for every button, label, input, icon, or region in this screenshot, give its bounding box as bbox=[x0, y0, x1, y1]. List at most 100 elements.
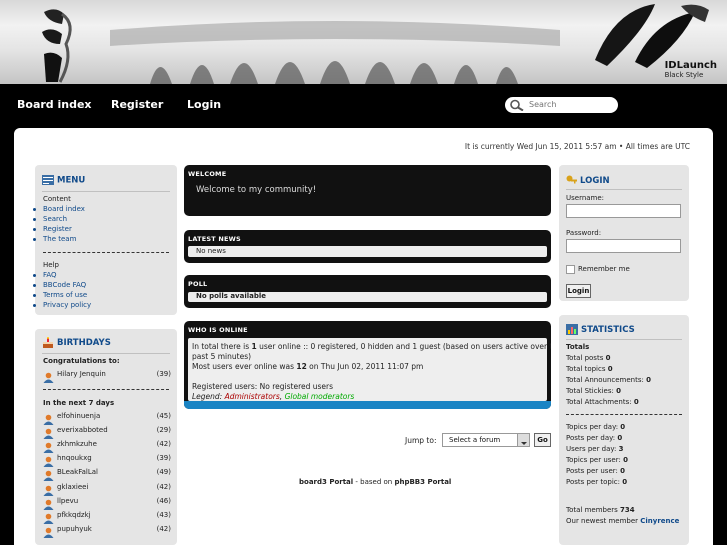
chevron-down-icon bbox=[517, 434, 529, 446]
nav-board-index[interactable]: Board index bbox=[17, 98, 92, 111]
remember-me-checkbox[interactable] bbox=[566, 265, 575, 274]
nav-login[interactable]: Login bbox=[187, 98, 221, 111]
login-panel: LOGIN Username: Password: Remember me Lo… bbox=[559, 165, 689, 301]
menu-link-terms[interactable]: Terms of use bbox=[43, 291, 87, 299]
jump-to-label: Jump to: bbox=[405, 436, 437, 445]
content-area: It is currently Wed Jun 15, 2011 5:57 am… bbox=[14, 128, 713, 545]
welcome-box: WELCOME Welcome to my community! bbox=[184, 165, 551, 216]
online-line-3: Most users ever online was 12 on Thu Jun… bbox=[192, 362, 424, 371]
stat-row: Posts per user: 0 bbox=[566, 467, 625, 475]
birthday-user[interactable]: hnqoukxg bbox=[57, 454, 92, 462]
key-icon bbox=[566, 175, 577, 184]
footer-credit: board3 Portal - based on phpBB3 Portal bbox=[299, 478, 452, 486]
online-line-1: In total there is 1 user online :: 0 reg… bbox=[192, 342, 551, 351]
total-members: Total members 734 bbox=[566, 506, 635, 514]
online-legend: Legend: Administrators, Global moderator… bbox=[192, 392, 355, 401]
login-title-text: LOGIN bbox=[580, 176, 610, 186]
brand-subtitle: Black Style bbox=[664, 71, 704, 79]
birthday-user[interactable]: gklaxieei bbox=[57, 483, 88, 491]
footer-board3-link[interactable]: board3 Portal bbox=[299, 478, 353, 486]
user-avatar-icon bbox=[43, 410, 54, 425]
stat-row: Total Announcements: 0 bbox=[566, 376, 651, 384]
statistics-totals: Totals bbox=[566, 343, 590, 351]
forum-select[interactable]: Select a forum bbox=[442, 433, 530, 447]
menu-link-privacy[interactable]: Privacy policy bbox=[43, 301, 91, 309]
online-registered: Registered users: No registered users bbox=[192, 382, 334, 391]
menu-link-faq[interactable]: FAQ bbox=[43, 271, 57, 279]
menu-link-search[interactable]: Search bbox=[43, 215, 67, 223]
birthday-user[interactable]: zkhmkzuhe bbox=[57, 440, 97, 448]
online-line-2: past 5 minutes) bbox=[192, 352, 252, 361]
stat-row: Total Attachments: 0 bbox=[566, 398, 639, 406]
login-button[interactable]: Login bbox=[566, 284, 591, 298]
legend-mods[interactable]: Global moderators bbox=[285, 392, 355, 401]
menu-title: MENU bbox=[42, 175, 85, 186]
stat-row: Users per day: 3 bbox=[566, 445, 624, 453]
stat-row: Topics per day: 0 bbox=[566, 423, 626, 431]
stat-row: Posts per day: 0 bbox=[566, 434, 623, 442]
nav-register[interactable]: Register bbox=[111, 98, 163, 111]
user-avatar-icon bbox=[43, 368, 54, 383]
birthdays-title-text: BIRTHDAYS bbox=[57, 338, 111, 348]
birthday-age: (39) bbox=[156, 454, 171, 463]
statistics-title: STATISTICS bbox=[566, 324, 635, 335]
newest-member-link[interactable]: Cinyrence bbox=[640, 517, 679, 525]
password-input[interactable] bbox=[566, 239, 681, 253]
user-avatar-icon bbox=[43, 452, 54, 468]
username-input[interactable] bbox=[566, 204, 681, 218]
header-teeth-graphic bbox=[110, 21, 560, 84]
footer-phpbb3-link[interactable]: phpBB3 Portal bbox=[394, 478, 451, 486]
latest-news-box: LATEST NEWS No news bbox=[184, 230, 551, 263]
legend-admins[interactable]: Administrators bbox=[225, 392, 280, 401]
remember-me-label: Remember me bbox=[578, 265, 630, 273]
birthday-age: (43) bbox=[156, 510, 171, 519]
birthday-user[interactable]: llpevu bbox=[57, 497, 78, 505]
birthdays-panel: BIRTHDAYS Congratulations to: Hilary Jen… bbox=[35, 329, 177, 545]
login-title: LOGIN bbox=[566, 175, 610, 186]
birthday-user[interactable]: pupuhyuk bbox=[57, 525, 92, 533]
user-avatar-icon bbox=[43, 481, 54, 496]
birthday-age: (42) bbox=[156, 482, 171, 491]
welcome-title: WELCOME bbox=[188, 170, 227, 178]
birthday-age: (39) bbox=[156, 370, 171, 378]
birthday-age: (49) bbox=[156, 468, 171, 477]
birthday-age: (45) bbox=[156, 412, 171, 420]
user-avatar-icon bbox=[43, 424, 54, 440]
search-icon[interactable] bbox=[509, 99, 525, 111]
poll-box: POLL No polls available bbox=[184, 275, 551, 308]
stat-row: Total posts 0 bbox=[566, 354, 611, 362]
birthday-user[interactable]: pfkkqdzkj bbox=[57, 511, 91, 519]
menu-link-bbcode-faq[interactable]: BBCode FAQ bbox=[43, 281, 86, 289]
who-is-online-title: WHO IS ONLINE bbox=[188, 326, 248, 334]
stat-row: Total Stickies: 0 bbox=[566, 387, 621, 395]
birthday-user[interactable]: BLeakFalLal bbox=[57, 468, 98, 476]
birthday-age: (46) bbox=[156, 496, 171, 505]
menu-link-team[interactable]: The team bbox=[43, 235, 76, 243]
current-time: It is currently Wed Jun 15, 2011 5:57 am… bbox=[464, 142, 690, 151]
birthday-user[interactable]: elfohinuenja bbox=[57, 412, 100, 420]
go-button[interactable]: Go bbox=[534, 433, 551, 447]
menu-link-register[interactable]: Register bbox=[43, 225, 72, 233]
statistics-icon bbox=[566, 324, 578, 335]
birthday-user[interactable]: Hilary Jenquin bbox=[57, 370, 106, 378]
welcome-text: Welcome to my community! bbox=[196, 185, 317, 195]
brand-title: IDLaunch bbox=[664, 60, 717, 71]
who-is-online-box: WHO IS ONLINE In total there is 1 user o… bbox=[184, 321, 551, 409]
username-label: Username: bbox=[566, 194, 605, 202]
user-avatar-icon bbox=[43, 466, 54, 482]
forum-select-value: Select a forum bbox=[449, 436, 501, 444]
search-input[interactable] bbox=[529, 98, 613, 111]
menu-link-board-index[interactable]: Board index bbox=[43, 205, 85, 213]
stat-row: Topics per user: 0 bbox=[566, 456, 628, 464]
user-avatar-icon bbox=[43, 509, 54, 524]
birthday-age: (29) bbox=[156, 426, 171, 435]
birthday-user[interactable]: everixabboted bbox=[57, 426, 108, 434]
online-bar bbox=[184, 401, 551, 409]
search-box bbox=[505, 97, 618, 113]
poll-text: No polls available bbox=[196, 292, 267, 300]
poll-title: POLL bbox=[188, 280, 208, 288]
stat-row: Total topics 0 bbox=[566, 365, 613, 373]
brand: IDLaunch Black Style bbox=[665, 60, 717, 79]
password-label: Password: bbox=[566, 229, 602, 237]
main-nav: Board index Register Login bbox=[0, 84, 727, 128]
